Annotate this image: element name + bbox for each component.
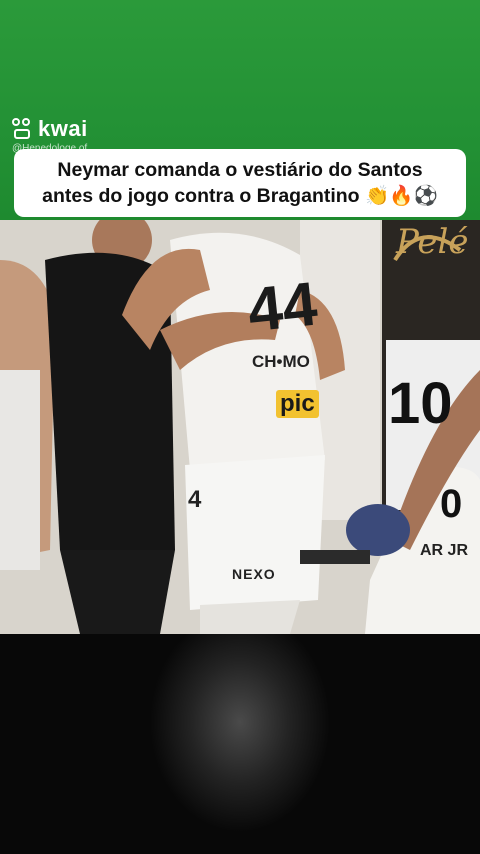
kwai-logo-icon	[12, 118, 34, 140]
right-jersey-number: 0	[440, 482, 463, 526]
caption-line-1: Neymar comanda o vestiário do Santos	[57, 159, 423, 181]
locker-room-photo[interactable]: 44 CH•MO pic 4 NEXO Pelé 10 0 AR JR	[0, 220, 480, 634]
right-jersey-name: AR JR	[420, 542, 469, 559]
jersey-sponsor: pic	[276, 390, 319, 418]
shorts-brand: NEXO	[232, 566, 276, 582]
shorts-number: 4	[188, 486, 202, 513]
kwai-watermark: kwai	[12, 116, 88, 142]
jersey-back-name: CH•MO	[252, 352, 310, 371]
player-44-shorts	[185, 455, 325, 610]
lower-blurred-area	[0, 634, 480, 854]
video-caption: Neymar comanda o vestiário do Santos ant…	[14, 149, 466, 217]
poster-signature: Pelé	[396, 222, 469, 262]
jersey-back-number: 44	[244, 269, 321, 346]
poster-number: 10	[388, 371, 453, 436]
caption-line-2: antes do jogo contra o Bragantino 👏🔥⚽	[42, 185, 438, 207]
kwai-brand: kwai	[38, 116, 88, 141]
